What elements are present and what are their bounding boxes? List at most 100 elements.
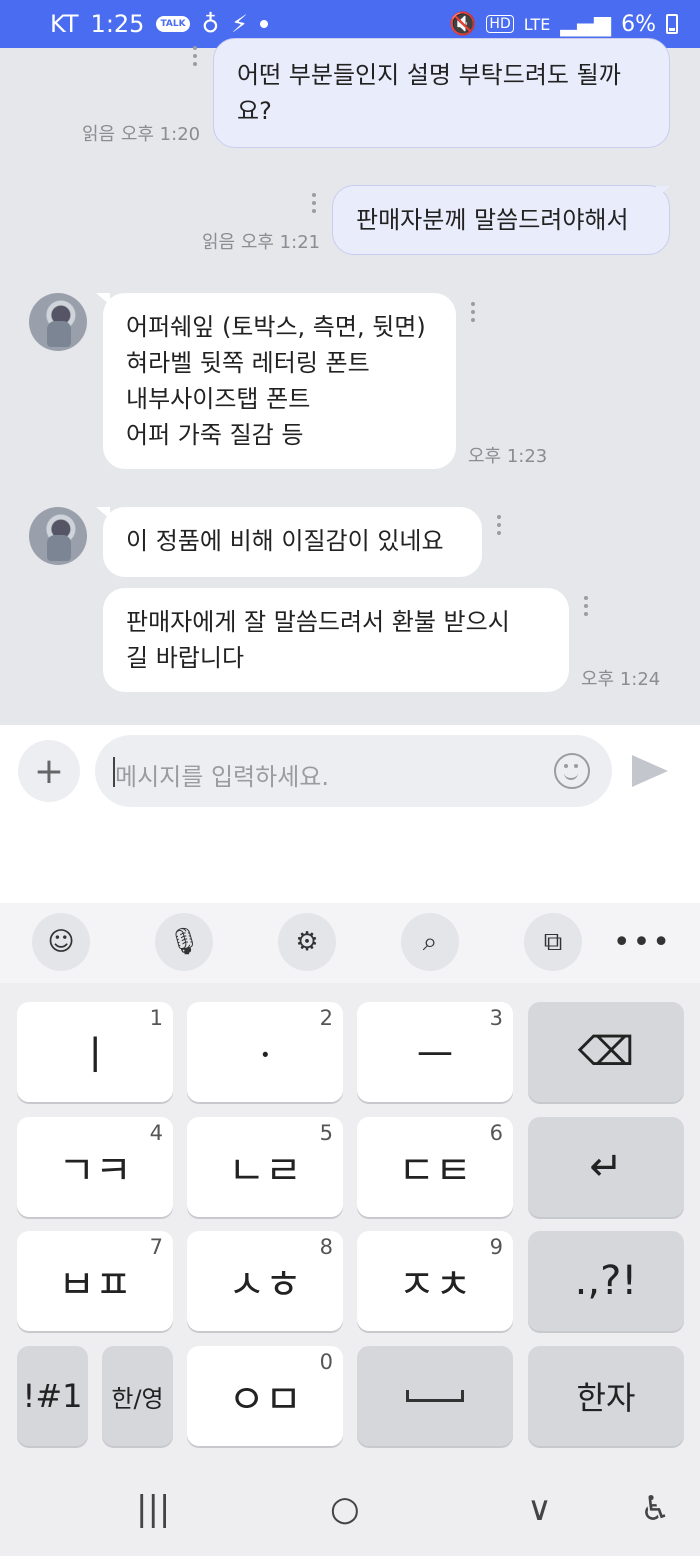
more-options-icon[interactable]: ••• <box>613 925 672 960</box>
key-label: !#1 <box>22 1377 83 1415</box>
message-bubble[interactable]: 판매자분께 말씀드려야해서 <box>332 185 670 255</box>
key-number: 5 <box>319 1121 333 1145</box>
message-read-time: 읽음 오후 1:20 <box>82 124 201 145</box>
keyboard-toolbar: ☺ 🎙 ⚙ ⌕ ⧉ ••• <box>0 903 700 983</box>
microphone-icon[interactable]: 🎙 <box>155 913 213 971</box>
key-number: 7 <box>149 1235 163 1259</box>
bubble-tail <box>656 186 670 198</box>
message-menu-icon[interactable] <box>584 596 588 620</box>
avatar[interactable] <box>29 293 87 351</box>
message-menu-icon[interactable] <box>312 193 316 217</box>
accessibility-icon[interactable]: ♿ <box>640 1489 670 1529</box>
key-number: 8 <box>319 1235 333 1259</box>
message-input-placeholder: 메시지를 입력하세요. <box>115 763 329 791</box>
message-menu-icon[interactable] <box>193 46 197 70</box>
key-jieut-chieut[interactable]: ㅈㅊ 9 <box>357 1231 513 1331</box>
key-label: ㄴㄹ <box>228 1148 302 1194</box>
lte-icon: LTE <box>523 14 551 34</box>
space-key[interactable] <box>357 1346 513 1446</box>
hanja-key[interactable]: 한자 <box>528 1346 684 1446</box>
enter-key[interactable]: ↵ <box>528 1117 684 1217</box>
message-line: 어떤 부분들인지 설명 부탁드려도 될까 <box>237 61 621 89</box>
key-number: 9 <box>489 1235 503 1259</box>
key-digeut-tieut[interactable]: ㄷㅌ 6 <box>357 1117 513 1217</box>
notification-icon: ♁ <box>201 10 220 38</box>
key-nieun-rieul[interactable]: ㄴㄹ 5 <box>187 1117 343 1217</box>
message-line: 판매자에게 잘 말씀드려서 환불 받으시 <box>126 608 510 636</box>
space-icon <box>406 1390 464 1402</box>
key-bieup-pieup[interactable]: ㅂㅍ 7 <box>17 1231 173 1331</box>
message-line: 어퍼 가죽 질감 등 <box>126 421 304 449</box>
key-ieung-mieum[interactable]: ㅇㅁ 0 <box>187 1346 343 1446</box>
message-line: 길 바랍니다 <box>126 644 245 672</box>
key-label: ㄷㅌ <box>398 1148 472 1194</box>
message-bubble[interactable]: 어퍼쉐잎 (토박스, 측면, 뒷면) 혀라벨 뒷쪽 레터링 폰트 내부사이즈탭 … <box>103 293 456 469</box>
keyboard: ㅣ1 ㆍ2 ㅡ3 ⌫ ㄱㅋ 4 ㄴㄹ 5 ㄷㅌ 6 ↵ ㅂㅍ 7 ㅅㅎ 8 ㅈㅊ 9 .,?… <box>0 983 700 1463</box>
backspace-icon: ⌫ <box>577 1029 635 1075</box>
message-composer: + 메시지를 입력하세요. <box>0 725 700 903</box>
language-toggle-key[interactable]: 한/영 <box>102 1346 173 1446</box>
signal-icon: ▂▄▆ <box>560 11 612 37</box>
message-line: 혀라벨 뒷쪽 레터링 폰트 <box>126 349 370 377</box>
key-label: .,?! <box>574 1258 638 1304</box>
key-label: 한자 <box>576 1379 636 1417</box>
charging-bolt-icon: ⚡ <box>231 10 249 38</box>
home-icon[interactable]: ○ <box>330 1489 360 1529</box>
attach-plus-button[interactable]: + <box>18 740 80 802</box>
recent-apps-icon[interactable]: ||| <box>136 1489 170 1529</box>
key-number: 3 <box>489 1006 503 1030</box>
key-eu-vowel[interactable]: ㅡ3 <box>357 1002 513 1102</box>
backspace-key[interactable]: ⌫ <box>528 1002 684 1102</box>
message-input[interactable]: 메시지를 입력하세요. <box>95 735 612 807</box>
message-line: 이 정품에 비해 이질감이 있네요 <box>126 527 444 555</box>
key-dot-vowel[interactable]: ㆍ2 <box>187 1002 343 1102</box>
key-number: 2 <box>319 1006 333 1030</box>
key-i-vowel[interactable]: ㅣ1 <box>17 1002 173 1102</box>
message-line: 요? <box>237 97 272 125</box>
message-time: 오후 1:24 <box>581 669 661 690</box>
mute-icon: 🔇 <box>449 11 477 37</box>
avatar[interactable] <box>29 507 87 565</box>
punctuation-key[interactable]: .,?! <box>528 1231 684 1331</box>
message-line: 어퍼쉐잎 (토박스, 측면, 뒷면) <box>126 313 426 341</box>
carrier-label: KT <box>50 10 79 38</box>
message-read-time: 읽음 오후 1:21 <box>202 232 321 253</box>
clock: 1:25 <box>90 10 145 38</box>
key-number: 0 <box>319 1350 333 1374</box>
emoji-icon[interactable] <box>554 753 590 789</box>
message-bubble[interactable]: 판매자에게 잘 말씀드려서 환불 받으시 길 바랍니다 <box>103 588 569 692</box>
key-number: 1 <box>149 1006 163 1030</box>
key-giyeok-kieuk[interactable]: ㄱㅋ 4 <box>17 1117 173 1217</box>
system-nav-bar: ||| ○ ∨ ♿ <box>0 1463 700 1556</box>
key-label: ㅅㅎ <box>228 1262 302 1308</box>
key-label: ㅇㅁ <box>228 1377 302 1423</box>
battery-percent: 6% <box>621 11 656 37</box>
enter-icon: ↵ <box>589 1144 623 1190</box>
search-icon[interactable]: ⌕ <box>401 913 459 971</box>
message-bubble[interactable]: 어떤 부분들인지 설명 부탁드려도 될까 요? <box>213 38 670 148</box>
key-label: ㅡ <box>416 1033 454 1079</box>
key-label: ㅣ <box>76 1033 114 1079</box>
message-menu-icon[interactable] <box>497 515 501 539</box>
key-label: ㅂㅍ <box>58 1262 132 1308</box>
key-number: 6 <box>489 1121 503 1145</box>
translate-icon[interactable]: ⧉ <box>524 913 582 971</box>
key-siot-hieut[interactable]: ㅅㅎ 8 <box>187 1231 343 1331</box>
message-menu-icon[interactable] <box>471 302 475 326</box>
key-label: ㅈㅊ <box>398 1262 472 1308</box>
hd-voice-icon: HD <box>486 15 514 33</box>
key-label: ㆍ <box>246 1033 284 1079</box>
emoji-keyboard-icon[interactable]: ☺ <box>32 913 90 971</box>
key-label: 한/영 <box>111 1384 164 1413</box>
message-bubble[interactable]: 이 정품에 비해 이질감이 있네요 <box>103 507 482 577</box>
chat-area[interactable]: 읽음 오후 1:20 어떤 부분들인지 설명 부탁드려도 될까 요? 읽음 오후… <box>0 38 700 725</box>
back-chevron-icon[interactable]: ∨ <box>527 1489 552 1529</box>
key-label: ㄱㅋ <box>58 1148 132 1194</box>
send-icon[interactable] <box>632 755 668 787</box>
more-notifications-dot-icon <box>260 20 269 28</box>
message-line: 내부사이즈탭 폰트 <box>126 385 311 413</box>
message-line: 판매자분께 말씀드려야해서 <box>356 206 629 234</box>
keyboard-settings-gear-icon[interactable]: ⚙ <box>278 913 336 971</box>
key-number: 4 <box>149 1121 163 1145</box>
symbols-key[interactable]: !#1 <box>17 1346 88 1446</box>
